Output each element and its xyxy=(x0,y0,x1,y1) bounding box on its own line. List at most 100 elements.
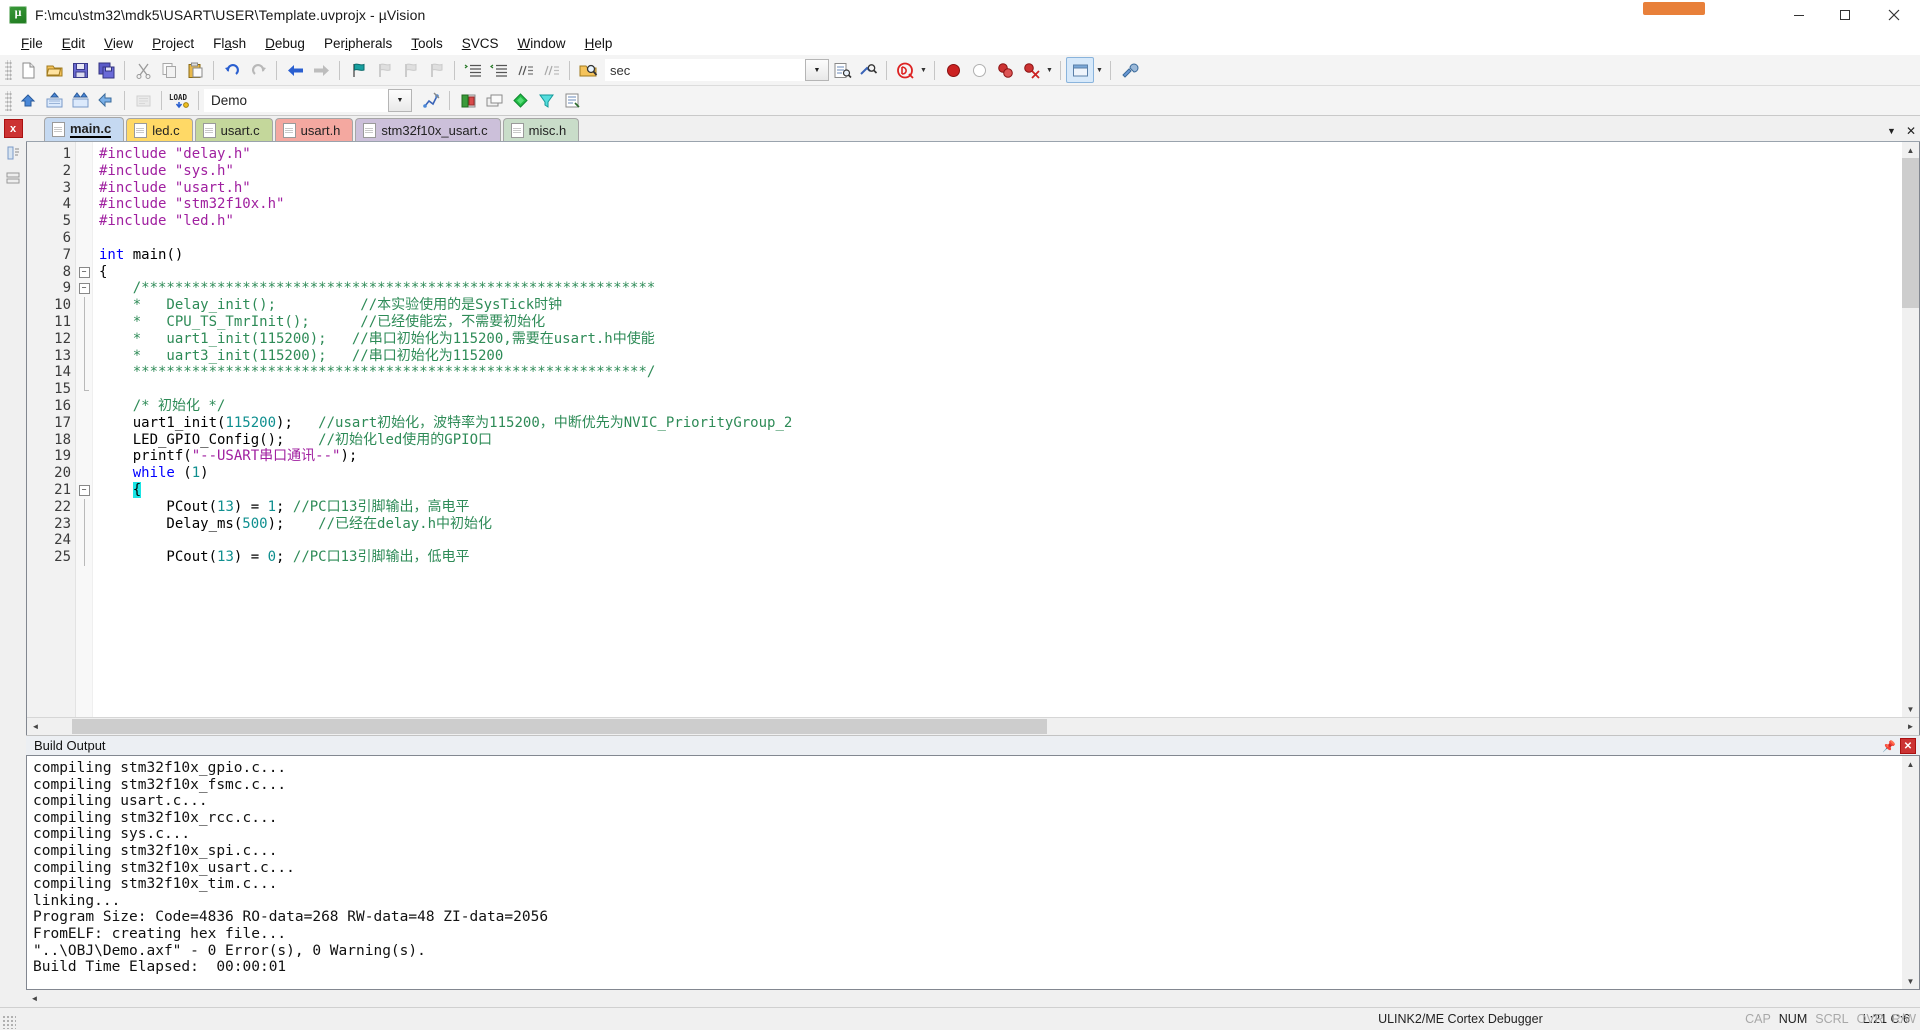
source-code-text[interactable]: #include "delay.h" #include "sys.h" #inclu… xyxy=(93,142,1902,717)
cut-icon[interactable] xyxy=(130,58,156,82)
disable-all-breakpoints-icon[interactable] xyxy=(992,58,1018,82)
open-file-icon[interactable] xyxy=(41,58,67,82)
debug-session-dropdown-icon[interactable]: ▼ xyxy=(918,58,929,82)
status-resize-grip[interactable] xyxy=(2,1015,16,1029)
search-dropdown-icon[interactable]: ▼ xyxy=(805,59,829,81)
tab-stm32f10x-usart-c[interactable]: stm32f10x_usart.c xyxy=(355,118,501,141)
bookmark-next-icon[interactable] xyxy=(397,58,423,82)
insert-breakpoint-icon[interactable] xyxy=(940,58,966,82)
hscroll-track[interactable] xyxy=(44,719,1902,734)
menu-file[interactable]: File xyxy=(12,33,52,54)
close-pane-button[interactable]: x xyxy=(3,119,23,138)
menu-svcs[interactable]: SVCS xyxy=(453,33,508,54)
configure-target-icon[interactable] xyxy=(1066,57,1094,83)
settings-icon[interactable] xyxy=(1116,58,1142,82)
save-all-icon[interactable] xyxy=(93,58,119,82)
scroll-right-icon[interactable]: ► xyxy=(1902,719,1919,734)
vscroll-track[interactable] xyxy=(1902,772,1919,973)
menu-window[interactable]: Window xyxy=(509,33,575,54)
fold-marker[interactable]: − xyxy=(76,482,92,499)
indent-right-icon[interactable] xyxy=(460,58,486,82)
close-icon[interactable]: ✕ xyxy=(1900,738,1916,754)
output-horizontal-scrollbar[interactable]: ◄ xyxy=(26,990,1920,1007)
scroll-left-icon[interactable]: ◄ xyxy=(27,719,44,734)
tab-close-icon[interactable]: ✕ xyxy=(1906,124,1916,138)
menu-tools[interactable]: Tools xyxy=(402,33,452,54)
menu-peripherals[interactable]: Peripherals xyxy=(315,33,401,54)
menu-debug[interactable]: Debug xyxy=(256,33,314,54)
code-view[interactable]: 1 2 3 4 5 6 7 8 9 10 11 12 13 14 15 16 17 18 19 20 21 22 23 24 2… xyxy=(27,142,1919,717)
tab-usart-c[interactable]: usart.c xyxy=(194,118,273,141)
copy-icon[interactable] xyxy=(156,58,182,82)
registers-pane-icon[interactable] xyxy=(3,168,23,190)
toolbar-grip[interactable] xyxy=(5,60,12,80)
minimize-icon[interactable] xyxy=(1776,0,1822,30)
bookmark-toggle-icon[interactable] xyxy=(345,58,371,82)
build-toolbar-grip[interactable] xyxy=(5,90,12,111)
tab-usart-h[interactable]: usart.h xyxy=(274,118,354,141)
tab-led-c[interactable]: led.c xyxy=(126,118,193,141)
configure-target-dropdown-icon[interactable]: ▼ xyxy=(1094,58,1105,82)
paste-icon[interactable] xyxy=(182,58,208,82)
tab-main-c[interactable]: main.c xyxy=(44,117,125,141)
menu-help[interactable]: Help xyxy=(576,33,622,54)
bookmark-prev-icon[interactable] xyxy=(371,58,397,82)
project-target-dropdown-icon[interactable]: ▼ xyxy=(388,89,412,112)
close-icon[interactable] xyxy=(1868,0,1920,30)
breakpoints-dropdown-icon[interactable]: ▼ xyxy=(1044,58,1055,82)
menu-flash[interactable]: Flash xyxy=(204,33,255,54)
hscroll-track[interactable] xyxy=(43,991,1920,1006)
project-pane-icon[interactable] xyxy=(3,142,23,164)
redo-icon[interactable] xyxy=(245,58,271,82)
batch-build-icon[interactable] xyxy=(67,89,93,113)
scroll-down-icon[interactable]: ▼ xyxy=(1902,973,1919,989)
search-input[interactable]: sec xyxy=(605,59,805,81)
editor-vertical-scrollbar[interactable]: ▲ ▼ xyxy=(1902,142,1919,717)
fold-marker[interactable]: − xyxy=(76,264,92,281)
editor-horizontal-scrollbar[interactable]: ◄ ► xyxy=(27,717,1919,735)
tab-list-icon[interactable]: ▼ xyxy=(1887,126,1896,136)
functions-window-icon[interactable] xyxy=(507,89,533,113)
menu-edit[interactable]: Edit xyxy=(53,33,94,54)
menu-view[interactable]: View xyxy=(95,33,142,54)
hscroll-thumb[interactable] xyxy=(72,719,1047,734)
vscroll-thumb[interactable] xyxy=(1902,158,1919,308)
manage-runtime-icon[interactable] xyxy=(418,89,444,113)
rebuild-icon[interactable] xyxy=(41,89,67,113)
maximize-icon[interactable] xyxy=(1822,0,1868,30)
navigate-back-icon[interactable] xyxy=(282,58,308,82)
books-window-icon[interactable] xyxy=(481,89,507,113)
comment-icon[interactable] xyxy=(512,58,538,82)
scroll-up-icon[interactable]: ▲ xyxy=(1902,756,1919,772)
project-window-icon[interactable] xyxy=(455,89,481,113)
vscroll-track[interactable] xyxy=(1902,158,1919,701)
stop-build-icon[interactable] xyxy=(130,89,156,113)
output-vertical-scrollbar[interactable]: ▲ ▼ xyxy=(1902,756,1919,989)
templates-window-icon[interactable] xyxy=(533,89,559,113)
scroll-up-icon[interactable]: ▲ xyxy=(1902,142,1919,158)
save-icon[interactable] xyxy=(67,58,93,82)
build-output-body[interactable]: compiling stm32f10x_gpio.c... compiling s… xyxy=(26,755,1920,990)
undo-icon[interactable] xyxy=(219,58,245,82)
tab-misc-h[interactable]: misc.h xyxy=(502,118,580,141)
project-target-select[interactable]: Demo xyxy=(204,89,388,112)
debug-session-icon[interactable] xyxy=(892,58,918,82)
pin-icon[interactable]: 📌 xyxy=(1882,740,1896,753)
source-browser-icon[interactable] xyxy=(559,89,585,113)
disable-breakpoint-icon[interactable] xyxy=(966,58,992,82)
translate-icon[interactable] xyxy=(93,89,119,113)
code-fold-column[interactable]: − − − xyxy=(76,142,93,717)
fold-marker[interactable]: − xyxy=(76,280,92,297)
bookmark-clear-icon[interactable] xyxy=(423,58,449,82)
new-file-icon[interactable] xyxy=(15,58,41,82)
kill-all-breakpoints-icon[interactable] xyxy=(1018,58,1044,82)
find-in-files-icon[interactable] xyxy=(575,58,601,82)
scroll-left-icon[interactable]: ◄ xyxy=(26,991,43,1006)
navigate-forward-icon[interactable] xyxy=(308,58,334,82)
indent-left-icon[interactable] xyxy=(486,58,512,82)
browse-symbol-icon[interactable] xyxy=(855,58,881,82)
scroll-down-icon[interactable]: ▼ xyxy=(1902,701,1919,717)
build-icon[interactable] xyxy=(15,89,41,113)
uncomment-icon[interactable] xyxy=(538,58,564,82)
incremental-find-icon[interactable] xyxy=(829,58,855,82)
